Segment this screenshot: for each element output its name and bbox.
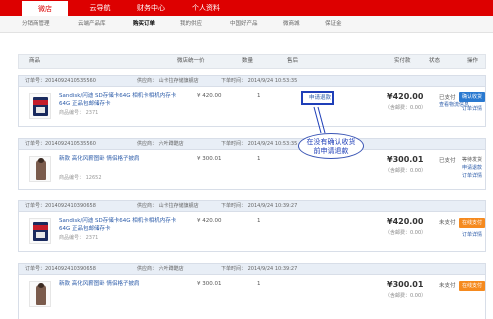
annotation-line-1: 在没有确认收货 <box>306 138 356 146</box>
annotation-arrow <box>313 106 326 134</box>
annotation-line-2: 前申请退款 <box>313 147 349 155</box>
annotation-bubble: 在没有确认收货 前申请退款 <box>298 133 364 159</box>
